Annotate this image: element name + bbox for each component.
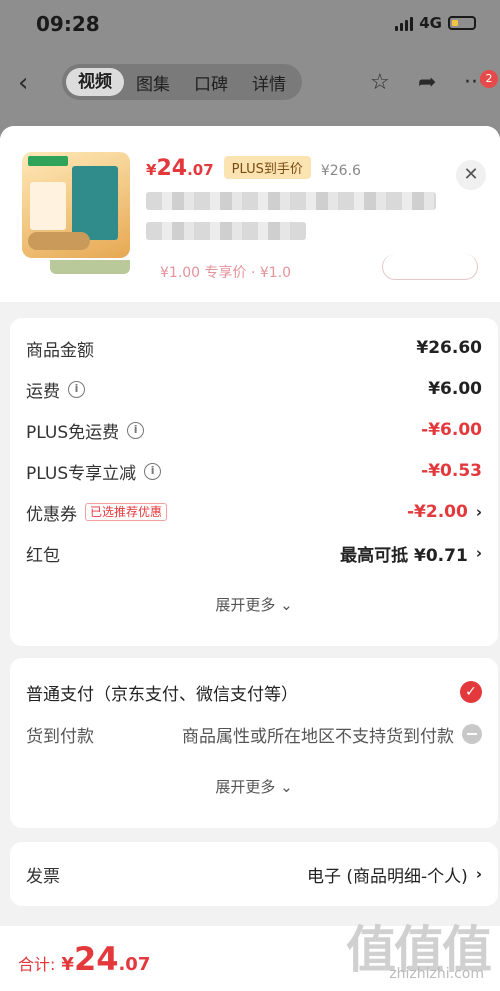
invoice-card[interactable]: 发票 电子 (商品明细-个人) › <box>10 842 498 906</box>
product-nav-bar: ‹ 视频 图集 口碑 详情 ☆ ➦ ··· 2 <box>0 60 500 104</box>
shipping-value: ¥6.00 <box>428 379 482 399</box>
payment-cod-note: 商品属性或所在地区不支持货到付款 <box>182 726 454 747</box>
signal-icon <box>395 15 414 31</box>
plus-discount-value: -¥0.53 <box>421 461 482 481</box>
price-row: ¥24.07 PLUS到手价 ¥26.6 <box>146 156 361 181</box>
tab-reviews[interactable]: 口碑 <box>182 70 240 95</box>
red-packet-value: 最高可抵 ¥0.71 <box>340 545 468 566</box>
brand-logo <box>28 156 68 166</box>
tab-gallery[interactable]: 图集 <box>124 70 182 95</box>
fee-breakdown-card: 商品金额 ¥26.60 运费 i ¥6.00 PLUS免运费 i -¥6.00 PL… <box>10 318 498 646</box>
peek-button <box>382 254 478 280</box>
invoice-value: 电子 (商品明细-个人) <box>307 866 468 887</box>
coupon-tag: 已选推荐优惠 <box>85 503 168 521</box>
info-icon[interactable]: i <box>144 462 162 480</box>
status-icons: 4G <box>395 14 476 32</box>
network-type: 4G <box>419 14 442 32</box>
battery-icon <box>448 16 476 30</box>
plus-free-shipping-value: -¥6.00 <box>421 420 482 440</box>
shipping-row: 运费 i ¥6.00 <box>26 379 482 402</box>
star-icon[interactable]: ☆ <box>370 70 390 95</box>
blurred-title-line <box>146 192 436 210</box>
tab-video[interactable]: 视频 <box>66 68 124 96</box>
blurred-title-line <box>146 222 306 240</box>
expand-more-payment[interactable]: 展开更多 ⌄ <box>10 776 498 797</box>
info-icon[interactable]: i <box>68 380 85 398</box>
original-price: ¥26.6 <box>320 163 361 179</box>
share-icon[interactable]: ➦ <box>418 70 436 95</box>
expand-more-fees[interactable]: 展开更多 ⌄ <box>10 594 498 615</box>
chevron-down-icon: ⌄ <box>280 778 293 796</box>
status-bar: 09:28 4G <box>0 0 500 50</box>
goods-amount-row: 商品金额 ¥26.60 <box>26 338 482 361</box>
coupon-row[interactable]: 优惠券 已选推荐优惠 -¥2.00 › <box>26 500 482 525</box>
plus-free-shipping-row: PLUS免运费 i -¥6.00 <box>26 420 482 443</box>
disabled-icon <box>462 724 482 744</box>
partially-hidden-row: ¥1.00 专享价 · ¥1.0 <box>10 254 490 302</box>
close-button[interactable]: ✕ <box>456 160 486 190</box>
product-price: ¥24.07 <box>146 156 214 181</box>
coupon-value: -¥2.00 <box>406 502 468 522</box>
invoice-row: 发票 电子 (商品明细-个人) › <box>26 862 482 887</box>
checkout-sheet: ¥24.07 PLUS到手价 ¥26.6 ✕ ¥1.00 专享价 · ¥1.0 … <box>0 126 500 991</box>
tab-bar: 视频 图集 口碑 详情 <box>62 64 302 100</box>
chevron-right-icon: › <box>475 865 482 883</box>
tab-details[interactable]: 详情 <box>240 70 298 95</box>
site-watermark: 值值值 zhizhizhi.com <box>346 921 492 982</box>
payment-method-card: 普通支付（京东支付、微信支付等） ✓ 货到付款 商品属性或所在地区不支持货到付款… <box>10 658 498 828</box>
chevron-down-icon: ⌄ <box>280 596 293 614</box>
order-total: 合计: ¥24.07 <box>18 940 151 978</box>
chevron-right-icon: › <box>475 503 482 521</box>
back-arrow-icon[interactable]: ‹ <box>18 68 28 98</box>
chevron-right-icon: › <box>475 544 482 562</box>
notification-badge: 2 <box>480 70 498 88</box>
payment-normal-row[interactable]: 普通支付（京东支付、微信支付等） ✓ <box>26 680 482 705</box>
plus-price-tag: PLUS到手价 <box>223 156 311 179</box>
payment-cod-row: 货到付款 商品属性或所在地区不支持货到付款 <box>26 722 482 747</box>
plus-discount-row: PLUS专享立减 i -¥0.53 <box>26 461 482 484</box>
checkmark-icon[interactable]: ✓ <box>460 681 482 703</box>
red-packet-row[interactable]: 红包 最高可抵 ¥0.71 › <box>26 541 482 566</box>
product-image <box>22 152 130 258</box>
status-time: 09:28 <box>36 12 100 36</box>
payment-normal-label: 普通支付（京东支付、微信支付等） <box>26 684 298 705</box>
goods-amount-value: ¥26.60 <box>416 338 482 358</box>
more-button[interactable]: ··· 2 <box>464 70 498 100</box>
close-icon: ✕ <box>463 164 479 185</box>
peek-price: ¥1.00 专享价 · ¥1.0 <box>160 265 292 281</box>
payment-cod-label: 货到付款 <box>26 726 94 747</box>
info-icon[interactable]: i <box>127 421 145 439</box>
